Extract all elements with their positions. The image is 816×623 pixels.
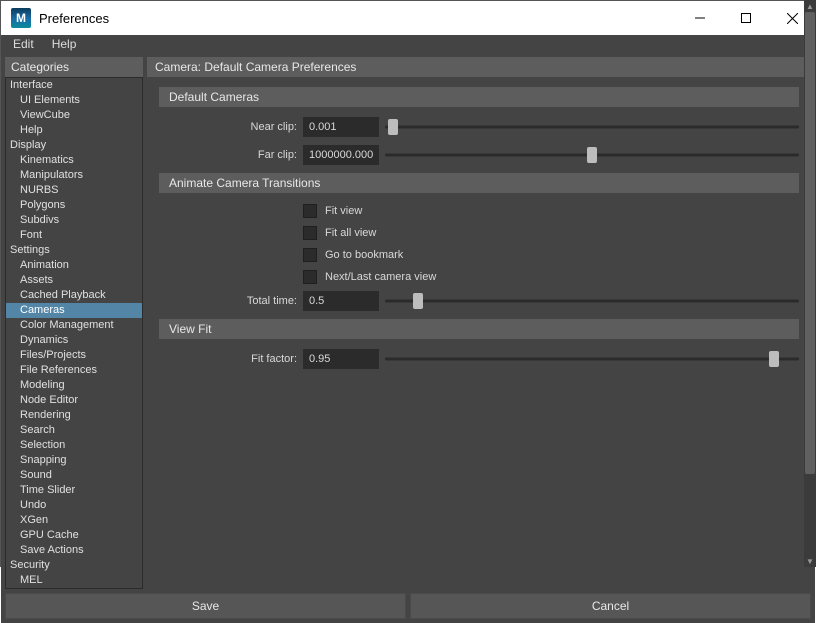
- category-item[interactable]: Node Editor: [6, 393, 142, 408]
- slider-far-clip[interactable]: [385, 145, 799, 165]
- category-item[interactable]: NURBS: [6, 183, 142, 198]
- scroll-down-icon[interactable]: ▼: [804, 555, 816, 567]
- body: Categories InterfaceUI ElementsViewCubeH…: [1, 53, 815, 623]
- category-group[interactable]: Settings: [6, 243, 142, 258]
- category-item[interactable]: Save Actions: [6, 543, 142, 558]
- category-item[interactable]: GPU Cache: [6, 528, 142, 543]
- category-item[interactable]: ViewCube: [6, 108, 142, 123]
- sidebar-scrollbar[interactable]: ▲ ▼: [804, 0, 816, 567]
- checkbox[interactable]: [303, 248, 317, 262]
- category-item[interactable]: Assets: [6, 273, 142, 288]
- checkbox-row: Go to bookmark: [159, 245, 799, 265]
- minimize-button[interactable]: [677, 1, 723, 35]
- checkbox[interactable]: [303, 204, 317, 218]
- menubar: Edit Help: [1, 35, 815, 53]
- category-item[interactable]: Kinematics: [6, 153, 142, 168]
- category-item[interactable]: Animation: [6, 258, 142, 273]
- sidebar: Categories InterfaceUI ElementsViewCubeH…: [5, 57, 143, 589]
- category-item[interactable]: Time Slider: [6, 483, 142, 498]
- cancel-button[interactable]: Cancel: [410, 593, 811, 619]
- section-title-view-fit: View Fit: [159, 319, 799, 339]
- category-group[interactable]: Interface: [6, 78, 142, 93]
- label-fit-factor: Fit factor:: [159, 353, 303, 365]
- window-title: Preferences: [39, 11, 109, 26]
- category-item[interactable]: Color Management: [6, 318, 142, 333]
- category-list[interactable]: InterfaceUI ElementsViewCubeHelpDisplayK…: [6, 78, 142, 588]
- checkbox[interactable]: [303, 226, 317, 240]
- section-title-default-cameras: Default Cameras: [159, 87, 799, 107]
- section-title-animate-transitions: Animate Camera Transitions: [159, 173, 799, 193]
- category-item[interactable]: Manipulators: [6, 168, 142, 183]
- category-item[interactable]: Undo: [6, 498, 142, 513]
- preferences-window: Preferences Edit Help Categories Interfa…: [0, 0, 816, 567]
- category-item[interactable]: Polygons: [6, 198, 142, 213]
- input-fit-factor[interactable]: [303, 349, 379, 369]
- checkbox-row: Fit view: [159, 201, 799, 221]
- label-near-clip: Near clip:: [159, 121, 303, 133]
- category-item[interactable]: Help: [6, 123, 142, 138]
- category-item[interactable]: UI Elements: [6, 93, 142, 108]
- titlebar: Preferences: [1, 1, 815, 35]
- checkbox-label: Fit view: [325, 205, 362, 217]
- content-header: Camera: Default Camera Preferences: [147, 57, 811, 77]
- menu-help[interactable]: Help: [44, 35, 85, 53]
- slider-thumb-far-clip[interactable]: [587, 147, 597, 163]
- category-group[interactable]: Display: [6, 138, 142, 153]
- section-animate-transitions: Animate Camera Transitions Fit view Fit a…: [159, 173, 799, 313]
- checkbox-row: Fit all view: [159, 223, 799, 243]
- save-button[interactable]: Save: [5, 593, 406, 619]
- menu-edit[interactable]: Edit: [5, 35, 42, 53]
- checkbox-row: Next/Last camera view: [159, 267, 799, 287]
- sidebar-header: Categories: [5, 57, 143, 77]
- maximize-button[interactable]: [723, 1, 769, 35]
- slider-thumb-near-clip[interactable]: [388, 119, 398, 135]
- input-total-time[interactable]: [303, 291, 379, 311]
- scroll-thumb[interactable]: [805, 12, 815, 474]
- slider-thumb-total-time[interactable]: [413, 293, 423, 309]
- category-item[interactable]: Subdivs: [6, 213, 142, 228]
- category-item[interactable]: Snapping: [6, 453, 142, 468]
- slider-total-time[interactable]: [385, 291, 799, 311]
- slider-fit-factor[interactable]: [385, 349, 799, 369]
- checkbox-label: Fit all view: [325, 227, 376, 239]
- button-bar: Save Cancel: [1, 589, 815, 623]
- input-far-clip[interactable]: [303, 145, 379, 165]
- label-total-time: Total time:: [159, 295, 303, 307]
- row-far-clip: Far clip:: [159, 143, 799, 167]
- app-icon: [11, 8, 31, 28]
- category-item[interactable]: Cameras: [6, 303, 142, 318]
- category-item[interactable]: Files/Projects: [6, 348, 142, 363]
- row-total-time: Total time:: [159, 289, 799, 313]
- category-item[interactable]: Rendering: [6, 408, 142, 423]
- section-view-fit: View Fit Fit factor:: [159, 319, 799, 371]
- category-item[interactable]: Cached Playback: [6, 288, 142, 303]
- content-panel: Camera: Default Camera Preferences Defau…: [147, 57, 811, 589]
- label-far-clip: Far clip:: [159, 149, 303, 161]
- category-item[interactable]: Dynamics: [6, 333, 142, 348]
- input-near-clip[interactable]: [303, 117, 379, 137]
- scroll-track[interactable]: [804, 12, 816, 555]
- category-item[interactable]: Font: [6, 228, 142, 243]
- row-fit-factor: Fit factor:: [159, 347, 799, 371]
- category-item[interactable]: MEL: [6, 573, 142, 588]
- checkbox-label: Go to bookmark: [325, 249, 403, 261]
- category-item[interactable]: Modeling: [6, 378, 142, 393]
- category-item[interactable]: Search: [6, 423, 142, 438]
- section-default-cameras: Default Cameras Near clip: Far clip:: [159, 87, 799, 167]
- category-item[interactable]: XGen: [6, 513, 142, 528]
- category-group[interactable]: Security: [6, 558, 142, 573]
- category-item[interactable]: Sound: [6, 468, 142, 483]
- slider-near-clip[interactable]: [385, 117, 799, 137]
- row-near-clip: Near clip:: [159, 115, 799, 139]
- slider-thumb-fit-factor[interactable]: [769, 351, 779, 367]
- category-item[interactable]: Selection: [6, 438, 142, 453]
- checkbox[interactable]: [303, 270, 317, 284]
- scroll-up-icon[interactable]: ▲: [804, 0, 816, 12]
- checkbox-label: Next/Last camera view: [325, 271, 436, 283]
- category-item[interactable]: File References: [6, 363, 142, 378]
